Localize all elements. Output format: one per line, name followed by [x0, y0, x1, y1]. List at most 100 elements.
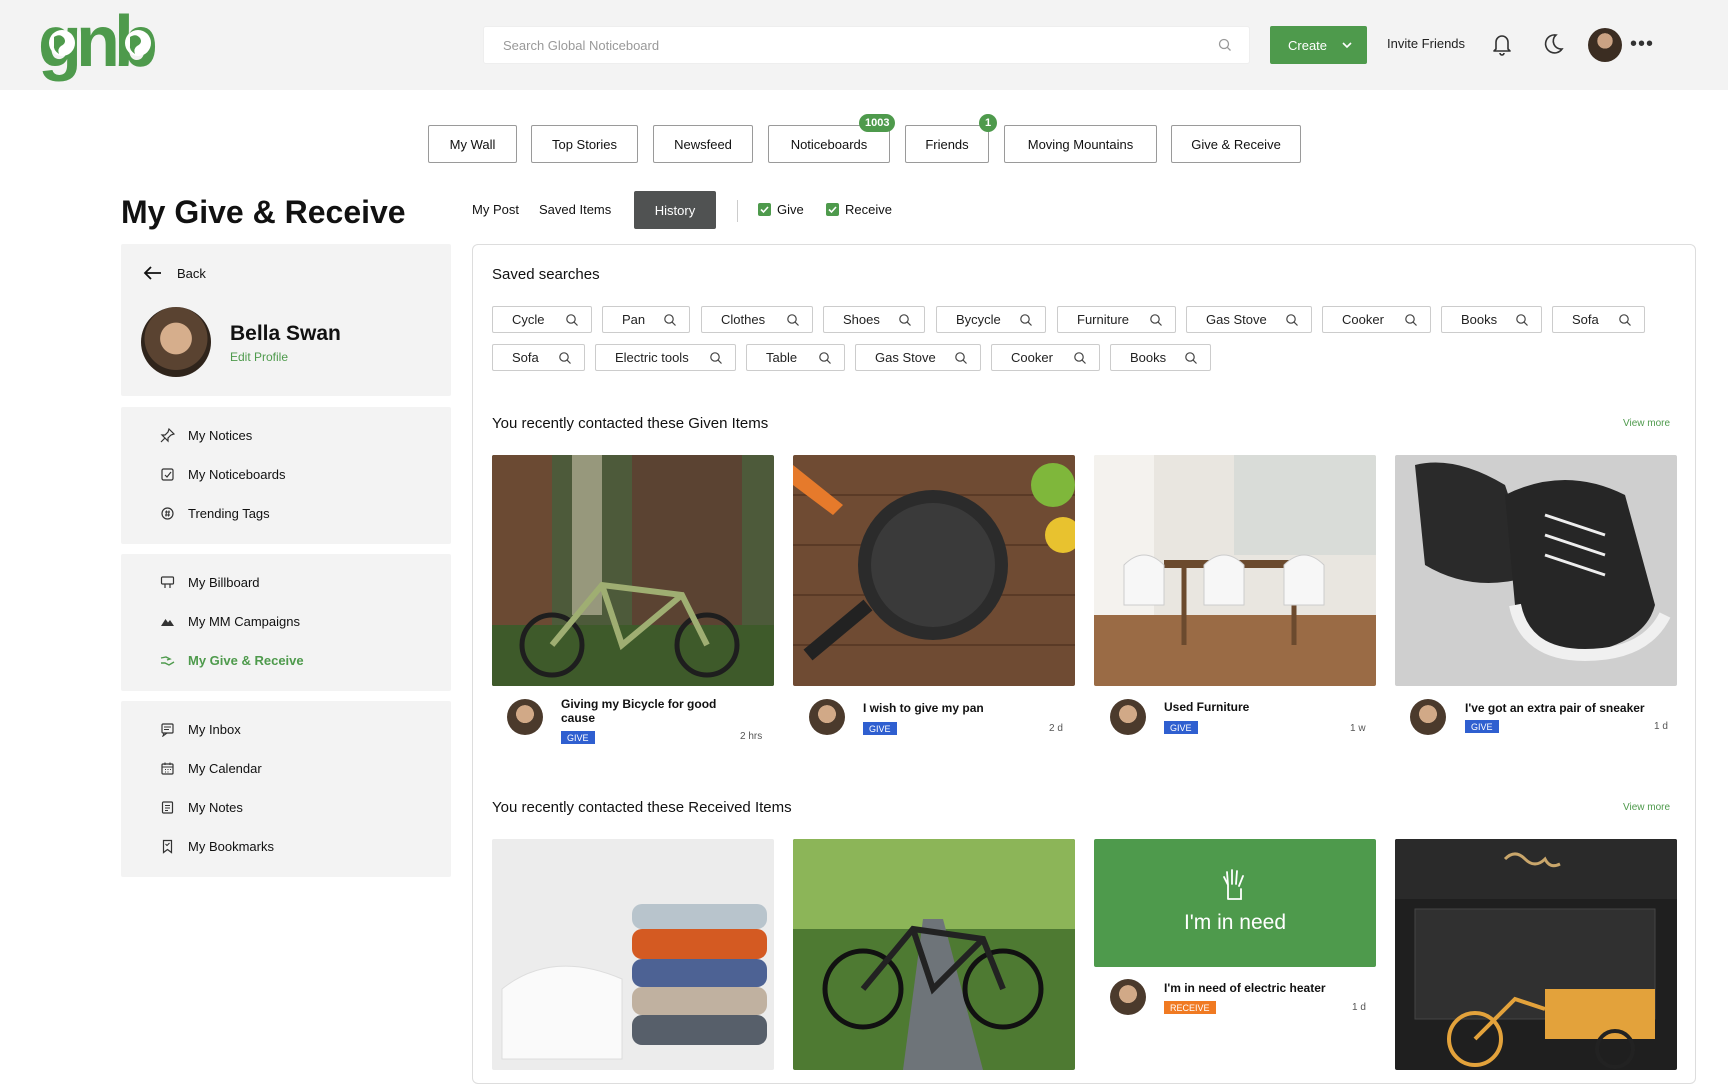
- saved-search-chip[interactable]: Cooker: [991, 344, 1100, 371]
- saved-search-chip[interactable]: Gas Stove: [1186, 306, 1312, 333]
- sidebar-item-trending-tags[interactable]: Trending Tags: [160, 506, 270, 521]
- card-title[interactable]: I wish to give my pan: [863, 701, 1053, 715]
- saved-search-chip[interactable]: Books: [1110, 344, 1211, 371]
- sidebar-item-my-inbox[interactable]: My Inbox: [160, 722, 241, 737]
- saved-search-chip[interactable]: Books: [1441, 306, 1542, 333]
- card-title[interactable]: I'm in need of electric heater: [1164, 981, 1354, 995]
- giver-avatar[interactable]: [1410, 699, 1446, 735]
- saved-search-chip[interactable]: Table: [746, 344, 845, 371]
- sidebar-item-my-notices[interactable]: My Notices: [160, 428, 252, 443]
- saved-search-chip[interactable]: Shoes: [823, 306, 925, 333]
- saved-search-chip[interactable]: Electric tools: [595, 344, 736, 371]
- bicycle-forest-image[interactable]: [492, 455, 774, 686]
- saved-search-chip[interactable]: Furniture: [1057, 306, 1176, 333]
- subtab-history-label: History: [654, 202, 696, 218]
- saved-search-chip[interactable]: Bycycle: [936, 306, 1046, 333]
- chip-label: Shoes: [843, 312, 880, 327]
- give-tag: GIVE: [863, 722, 897, 735]
- card-title[interactable]: I've got an extra pair of sneaker: [1465, 701, 1665, 715]
- tab-label: Newsfeed: [674, 136, 732, 152]
- search-input[interactable]: [484, 27, 1184, 63]
- sidebar-item-label: Trending Tags: [188, 506, 270, 521]
- sidebar-item-label: My Noticeboards: [188, 467, 286, 482]
- edit-profile-link[interactable]: Edit Profile: [230, 350, 288, 364]
- receiver-avatar[interactable]: [1110, 979, 1146, 1015]
- giver-avatar[interactable]: [809, 699, 845, 735]
- receive-checkbox[interactable]: [826, 203, 839, 216]
- sidebar-item-my-notes[interactable]: My Notes: [160, 800, 243, 815]
- sidebar-item-my-noticeboards[interactable]: My Noticeboards: [160, 467, 286, 482]
- saved-search-chip[interactable]: Sofa: [492, 344, 585, 371]
- tab-newsfeed[interactable]: Newsfeed: [653, 125, 753, 163]
- chip-label: Bycycle: [956, 312, 1001, 327]
- page-title: My Give & Receive: [121, 194, 406, 230]
- give-tag: GIVE: [1164, 721, 1198, 734]
- tab-moving-mountains[interactable]: Moving Mountains: [1004, 125, 1157, 163]
- card-title[interactable]: Used Furniture: [1164, 700, 1354, 714]
- chip-label: Books: [1461, 312, 1498, 327]
- global-search: [483, 26, 1250, 64]
- search-icon: [787, 314, 799, 326]
- saved-search-chip[interactable]: Sofa: [1552, 306, 1645, 333]
- chip-label: Furniture: [1077, 312, 1130, 327]
- profile-avatar[interactable]: [141, 307, 211, 377]
- search-icon: [1185, 352, 1197, 364]
- towels-image[interactable]: [492, 839, 774, 1070]
- post-time: 2 hrs: [740, 731, 763, 742]
- tab-noticeboards[interactable]: Noticeboards 1003: [768, 114, 896, 163]
- giver-avatar[interactable]: [1110, 699, 1146, 735]
- subtab-history[interactable]: History: [634, 191, 716, 229]
- bell-icon[interactable]: [1488, 30, 1516, 58]
- gnb-logo[interactable]: gnb: [38, 4, 168, 86]
- search-icon[interactable]: [1217, 37, 1233, 53]
- bookmark-icon: [162, 839, 173, 854]
- invite-friends-link[interactable]: Invite Friends: [1387, 36, 1465, 51]
- cargo-bike-storefront-image[interactable]: [1395, 839, 1677, 1070]
- frying-pan-image[interactable]: [793, 455, 1075, 686]
- search-icon: [1405, 314, 1417, 326]
- sidebar-item-my-mm-campaigns[interactable]: My MM Campaigns: [160, 614, 300, 629]
- subtab-my-post[interactable]: My Post: [472, 202, 519, 217]
- tab-friends[interactable]: Friends 1: [905, 114, 997, 163]
- tab-my-wall[interactable]: My Wall: [428, 125, 517, 163]
- received-view-more-link[interactable]: View more: [1623, 802, 1670, 813]
- tab-label: Top Stories: [551, 136, 618, 152]
- sidebar-item-my-calendar[interactable]: My Calendar: [160, 761, 262, 776]
- sidebar-item-my-billboard[interactable]: My Billboard: [160, 575, 260, 590]
- post-time: 1 d: [1654, 721, 1668, 732]
- user-avatar[interactable]: [1588, 28, 1622, 62]
- giver-avatar[interactable]: [507, 699, 543, 735]
- back-button[interactable]: Back: [143, 265, 206, 281]
- search-icon: [1020, 314, 1032, 326]
- tab-top-stories[interactable]: Top Stories: [531, 125, 638, 163]
- saved-search-chip[interactable]: Cycle: [492, 306, 592, 333]
- tab-label: Moving Mountains: [1027, 136, 1134, 152]
- give-checkbox[interactable]: [758, 203, 771, 216]
- subtab-saved-items[interactable]: Saved Items: [539, 202, 611, 217]
- saved-search-chip[interactable]: Pan: [602, 306, 690, 333]
- in-need-banner[interactable]: I'm in need: [1094, 839, 1376, 967]
- dark-mode-moon-icon[interactable]: [1538, 30, 1566, 58]
- sidebar-item-my-give-receive[interactable]: My Give & Receive: [160, 653, 304, 668]
- saved-search-chip[interactable]: Cooker: [1322, 306, 1431, 333]
- more-options-icon[interactable]: •••: [1630, 33, 1654, 56]
- saved-search-chip[interactable]: Gas Stove: [855, 344, 981, 371]
- tag-icon: [161, 507, 174, 520]
- sidebar-item-label: My Billboard: [188, 575, 260, 590]
- sneakers-image[interactable]: [1395, 455, 1677, 686]
- top-header: gnb Create Invite Friends •••: [0, 0, 1728, 90]
- bicycle-road-image[interactable]: [793, 839, 1075, 1070]
- search-icon: [819, 352, 831, 364]
- card-title[interactable]: Giving my Bicycle for good cause: [561, 697, 751, 725]
- mountain-icon: [161, 619, 174, 626]
- saved-search-chip[interactable]: Clothes: [701, 306, 813, 333]
- tab-give-receive[interactable]: Give & Receive: [1171, 125, 1301, 163]
- search-icon: [899, 314, 911, 326]
- give-receive-icon: [160, 656, 175, 666]
- given-view-more-link[interactable]: View more: [1623, 418, 1670, 429]
- furniture-image[interactable]: [1094, 455, 1376, 686]
- tab-label: Give & Receive: [1191, 136, 1281, 152]
- friends-count-badge: 1: [979, 114, 997, 132]
- create-button[interactable]: Create: [1270, 26, 1367, 64]
- sidebar-item-my-bookmarks[interactable]: My Bookmarks: [160, 839, 274, 854]
